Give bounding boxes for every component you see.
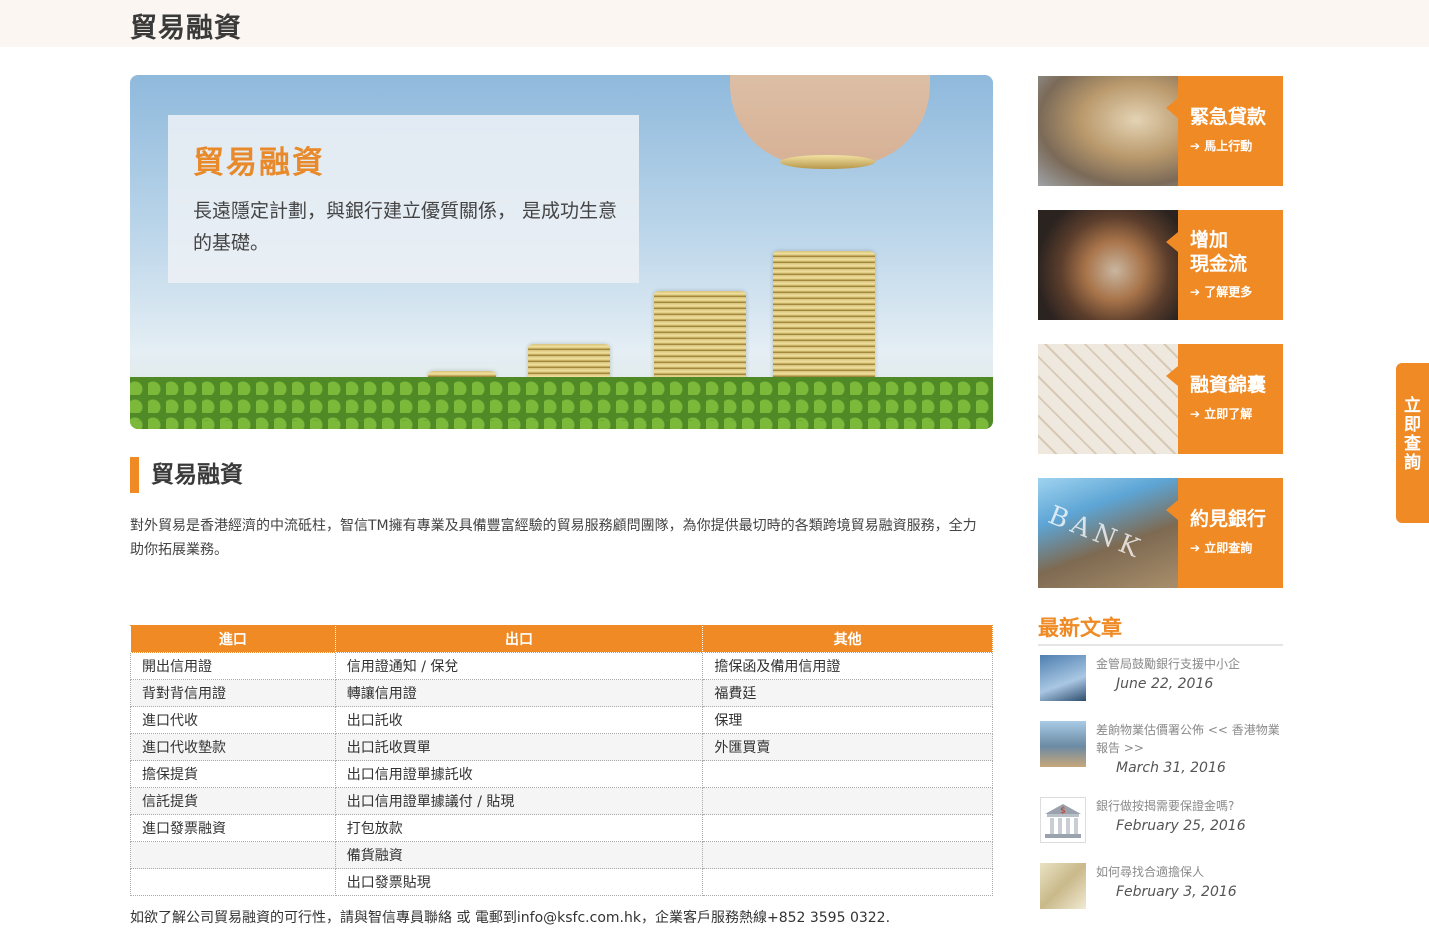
tile-link[interactable]: ➔ 立即查詢 bbox=[1190, 539, 1252, 556]
tile-label: 約見銀行 bbox=[1190, 508, 1267, 530]
table-cell: 備貨融資 bbox=[334, 841, 704, 869]
table-cell: 轉讓信用證 bbox=[334, 679, 704, 707]
table-row: 進口代收墊款 出口託收買單 外匯買賣 bbox=[130, 733, 993, 761]
table-cell: 背對背信用證 bbox=[130, 679, 336, 707]
column-header-export: 出口 bbox=[334, 625, 704, 653]
svg-text:$: $ bbox=[1060, 806, 1066, 816]
tile-label: 增加 現金流 bbox=[1190, 229, 1248, 275]
table-cell: 出口發票貼現 bbox=[334, 868, 704, 896]
tile-link[interactable]: ➔ 馬上行動 bbox=[1190, 137, 1252, 154]
bank-building-icon: $ bbox=[1045, 804, 1081, 838]
table-cell: 打包放款 bbox=[334, 814, 704, 842]
table-row: 進口代收 出口託收 保理 bbox=[130, 706, 993, 734]
table-cell bbox=[702, 814, 993, 842]
news-title[interactable]: 差餉物業估價署公佈 << 香港物業報告 >> bbox=[1096, 721, 1281, 757]
side-tab-label[interactable]: 立即查詢 bbox=[1404, 397, 1422, 473]
top-bar: 貿易融資 bbox=[0, 0, 1429, 47]
table-cell: 出口信用證單據議付 / 貼現 bbox=[334, 787, 704, 815]
table-cell: 保理 bbox=[702, 706, 993, 734]
tile-panel: 約見銀行 ➔ 立即查詢 bbox=[1166, 478, 1283, 588]
news-title[interactable]: 金管局鼓勵銀行支援中小企 bbox=[1096, 655, 1281, 673]
tile-link[interactable]: ➔ 立即了解 bbox=[1190, 405, 1252, 422]
news-thumbnail[interactable] bbox=[1040, 655, 1086, 701]
table-cell bbox=[702, 841, 993, 869]
table-cell: 擔保函及備用信用證 bbox=[702, 652, 993, 680]
bank-image-text: BANK bbox=[1044, 500, 1149, 566]
contact-note: 如欲了解公司貿易融資的可行性，請與智信專員聯絡 或 電郵到info@ksfc.c… bbox=[130, 910, 891, 926]
enquiry-side-tab[interactable]: 立即查詢 bbox=[1396, 363, 1429, 523]
column-header-import: 進口 bbox=[130, 625, 336, 653]
table-cell bbox=[130, 841, 336, 869]
table-cell bbox=[702, 760, 993, 788]
coin-image bbox=[780, 155, 875, 169]
table-header-row: 進口 出口 其他 bbox=[130, 625, 993, 653]
tile-panel: 融資錦囊 ➔ 立即了解 bbox=[1166, 344, 1283, 454]
news-item[interactable]: 金管局鼓勵銀行支援中小企 June 22, 2016 bbox=[1040, 655, 1285, 701]
hero-banner: 貿易融資 長遠隱定計劃，與銀行建立優質關係， 是成功生意的基礎。 bbox=[130, 75, 993, 429]
table-cell: 信用證通知 / 保兌 bbox=[334, 652, 704, 680]
tile-label: 緊急貸款 bbox=[1190, 106, 1267, 128]
column-header-other: 其他 bbox=[702, 625, 993, 653]
news-item[interactable]: $ 銀行做按揭需要保證金嗎? February 25, 2016 bbox=[1040, 797, 1285, 843]
news-thumbnail[interactable] bbox=[1040, 863, 1086, 909]
tile-panel: 緊急貸款 ➔ 馬上行動 bbox=[1166, 76, 1283, 186]
hero-title: 貿易融資 bbox=[193, 145, 325, 181]
hero-text: 長遠隱定計劃，與銀行建立優質關係， 是成功生意的基礎。 bbox=[193, 200, 618, 254]
table-cell: 福費廷 bbox=[702, 679, 993, 707]
services-table: 進口 出口 其他 開出信用證 信用證通知 / 保兌 擔保函及備用信用證 背對背信… bbox=[130, 625, 993, 896]
section-heading: 貿易融資 bbox=[130, 457, 243, 493]
news-date: March 31, 2016 bbox=[1116, 760, 1226, 776]
table-cell: 出口託收買單 bbox=[334, 733, 704, 761]
table-cell: 進口代收墊款 bbox=[130, 733, 336, 761]
tile-panel: 增加 現金流 ➔ 了解更多 bbox=[1166, 210, 1283, 320]
news-date: February 3, 2016 bbox=[1116, 884, 1237, 900]
table-cell bbox=[702, 868, 993, 896]
page-title: 貿易融資 bbox=[130, 13, 242, 44]
hero-text-box: 貿易融資 長遠隱定計劃，與銀行建立優質關係， 是成功生意的基礎。 bbox=[168, 115, 639, 283]
table-cell: 外匯買賣 bbox=[702, 733, 993, 761]
tile-meet-bank[interactable]: BANK 約見銀行 ➔ 立即查詢 bbox=[1038, 478, 1283, 588]
table-row: 出口發票貼現 bbox=[130, 868, 993, 896]
tile-image bbox=[1038, 210, 1178, 320]
tile-cash-flow[interactable]: 增加 現金流 ➔ 了解更多 bbox=[1038, 210, 1283, 320]
latest-articles-heading: 最新文章 bbox=[1038, 612, 1283, 646]
table-cell bbox=[130, 868, 336, 896]
table-cell: 進口代收 bbox=[130, 706, 336, 734]
tile-image: BANK bbox=[1038, 478, 1178, 588]
table-cell: 開出信用證 bbox=[130, 652, 336, 680]
table-row: 進口發票融資 打包放款 bbox=[130, 814, 993, 842]
news-date: June 22, 2016 bbox=[1116, 676, 1214, 692]
table-cell: 出口託收 bbox=[334, 706, 704, 734]
table-cell bbox=[702, 787, 993, 815]
news-thumbnail[interactable]: $ bbox=[1040, 797, 1086, 843]
hand-image bbox=[730, 75, 930, 165]
tile-finance-tips[interactable]: 融資錦囊 ➔ 立即了解 bbox=[1038, 344, 1283, 454]
news-item[interactable]: 差餉物業估價署公佈 << 香港物業報告 >> March 31, 2016 bbox=[1040, 721, 1285, 776]
news-title[interactable]: 如何尋找合適擔保人 bbox=[1096, 863, 1281, 881]
grass-image bbox=[130, 377, 993, 429]
news-title[interactable]: 銀行做按揭需要保證金嗎? bbox=[1096, 797, 1281, 815]
table-row: 信託提貨 出口信用證單據議付 / 貼現 bbox=[130, 787, 993, 815]
tile-link[interactable]: ➔ 了解更多 bbox=[1190, 283, 1252, 300]
table-row: 開出信用證 信用證通知 / 保兌 擔保函及備用信用證 bbox=[130, 652, 993, 680]
table-cell: 出口信用證單據託收 bbox=[334, 760, 704, 788]
table-cell: 進口發票融資 bbox=[130, 814, 336, 842]
table-cell: 擔保提貨 bbox=[130, 760, 336, 788]
table-cell: 信託提貨 bbox=[130, 787, 336, 815]
tile-image bbox=[1038, 344, 1178, 454]
table-row: 備貨融資 bbox=[130, 841, 993, 869]
section-intro: 對外貿易是香港經濟的中流砥柱，智信TM擁有專業及具備豐富經驗的貿易服務顧問團隊，… bbox=[130, 518, 977, 558]
table-row: 擔保提貨 出口信用證單據託收 bbox=[130, 760, 993, 788]
news-date: February 25, 2016 bbox=[1116, 818, 1246, 834]
news-item[interactable]: 如何尋找合適擔保人 February 3, 2016 bbox=[1040, 863, 1285, 909]
tile-label: 融資錦囊 bbox=[1190, 374, 1267, 396]
tile-image bbox=[1038, 76, 1178, 186]
table-row: 背對背信用證 轉讓信用證 福費廷 bbox=[130, 679, 993, 707]
tile-emergency-loan[interactable]: 緊急貸款 ➔ 馬上行動 bbox=[1038, 76, 1283, 186]
news-thumbnail[interactable] bbox=[1040, 721, 1086, 767]
